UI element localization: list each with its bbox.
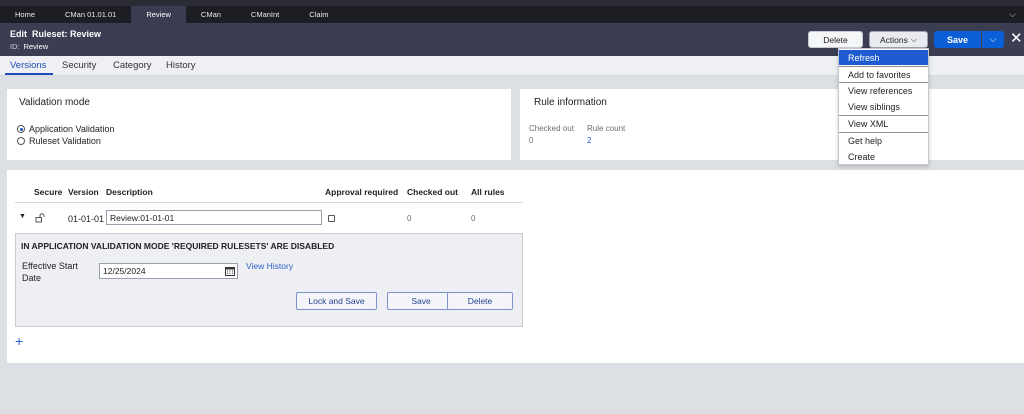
save-button[interactable]: Save (934, 31, 981, 48)
checked-out-count: 0 (407, 214, 412, 223)
actions-menu: Refresh Add to favorites View references… (838, 48, 929, 165)
version-detail-panel: IN APPLICATION VALIDATION MODE 'REQUIRED… (15, 233, 523, 327)
description-input[interactable]: Review:01-01-01 (106, 210, 322, 225)
plus-icon[interactable]: + (15, 333, 23, 349)
save-options-button[interactable]: ⌵ (982, 31, 1004, 48)
menu-item-view-references[interactable]: View references (839, 83, 928, 98)
save-version-button[interactable]: Save (387, 292, 455, 310)
tab-cman[interactable]: CMan (186, 6, 236, 23)
validation-mode-title: Validation mode (19, 97, 90, 108)
column-header-description: Description (106, 187, 153, 197)
tab-claim[interactable]: Claim (294, 6, 343, 23)
tab-review[interactable]: Review (131, 6, 186, 23)
column-header-checked-out: Checked out (407, 187, 459, 197)
chevron-down-icon: ⌵ (910, 34, 917, 44)
checked-out-label: Checked out (529, 124, 574, 133)
menu-item-add-to-favorites[interactable]: Add to favorites (839, 67, 928, 82)
close-icon[interactable]: ✕ (1010, 30, 1023, 47)
menu-item-view-siblings[interactable]: View siblings (839, 99, 928, 114)
actions-button[interactable]: Actions ⌵ (869, 31, 928, 48)
tab-cmanint[interactable]: CManInt (236, 6, 294, 23)
lock-and-save-button[interactable]: Lock and Save (296, 292, 377, 310)
effective-start-date-input[interactable]: 12/25/2024 (99, 263, 238, 279)
approval-required-checkbox[interactable] (328, 215, 335, 222)
rule-information-panel: Rule information Checked out 0 Rule coun… (520, 89, 1024, 160)
chevron-down-icon: ⌵ (989, 34, 997, 44)
ruleset-validation-label: Ruleset Validation (29, 136, 101, 146)
effective-start-label: Effective Start (22, 261, 78, 271)
delete-version-button[interactable]: Delete (447, 292, 513, 310)
effective-start-label-date: Date (22, 273, 42, 283)
rule-id: ID: Review (10, 42, 49, 51)
validation-mode-panel: Validation mode Application Validation R… (7, 89, 511, 160)
application-validation-label: Application Validation (29, 124, 115, 134)
column-header-version: Version (68, 187, 99, 197)
tabs-overflow-chevron-icon[interactable]: ⌵ (1009, 6, 1024, 23)
menu-item-create[interactable]: Create (839, 149, 928, 164)
radio-application-validation[interactable] (17, 125, 25, 133)
expand-caret-down-icon[interactable]: ▼ (19, 213, 26, 220)
checked-out-value: 0 (529, 136, 534, 145)
column-header-approval-required: Approval required (325, 187, 399, 197)
menu-item-refresh[interactable]: Refresh (839, 50, 928, 65)
calendar-icon[interactable] (225, 266, 235, 278)
radio-ruleset-validation[interactable] (17, 137, 25, 145)
version-value: 01-01-01 (68, 214, 105, 224)
menu-item-view-xml[interactable]: View XML (839, 116, 928, 131)
header-divider (15, 202, 523, 203)
rule-information-title: Rule information (534, 97, 607, 108)
tab-home[interactable]: Home (0, 6, 50, 23)
tab-category[interactable]: Category (113, 60, 152, 71)
column-header-secure: Secure (34, 187, 63, 197)
rule-count-label: Rule count (587, 124, 626, 133)
lock-open-icon[interactable] (35, 213, 45, 223)
view-history-link[interactable]: View History (246, 261, 293, 271)
menu-item-get-help[interactable]: Get help (839, 133, 928, 148)
tab-security[interactable]: Security (62, 60, 96, 71)
delete-button[interactable]: Delete (808, 31, 863, 48)
rule-count-link[interactable]: 2 (587, 136, 591, 145)
column-header-all-rules: All rules (471, 187, 505, 197)
document-tab-bar: Home CMan 01.01.01 Review CMan CManInt C… (0, 6, 1024, 23)
all-rules-count: 0 (471, 214, 476, 223)
tab-versions[interactable]: Versions (10, 60, 46, 71)
active-tab-indicator (5, 73, 53, 75)
tab-cman-010101[interactable]: CMan 01.01.01 (50, 6, 131, 23)
page-title: Edit Ruleset: Review (10, 29, 102, 39)
tab-history[interactable]: History (166, 60, 196, 71)
validation-notice: IN APPLICATION VALIDATION MODE 'REQUIRED… (21, 241, 335, 251)
